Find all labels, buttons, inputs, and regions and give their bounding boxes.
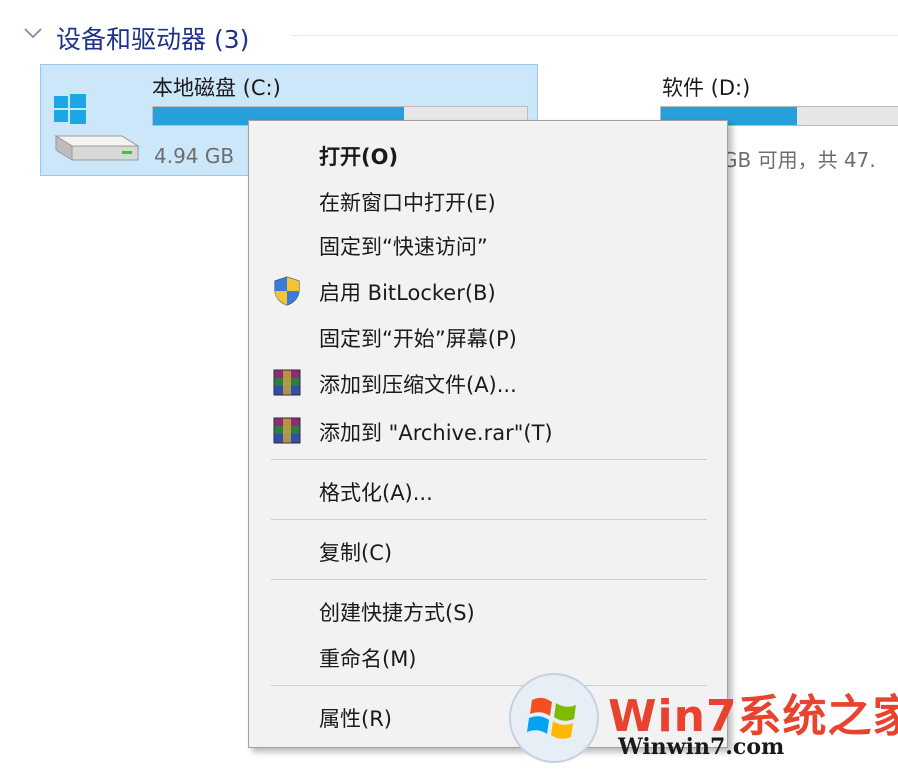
menu-item-open[interactable]: 打开(O) [249,133,727,177]
menu-item-copy[interactable]: 复制(C) [249,529,727,573]
menu-item-label: 格式化(A)... [319,481,433,505]
menu-item-label: 属性(R) [319,707,392,731]
menu-separator [271,519,707,520]
menu-item-label: 创建快捷方式(S) [319,601,475,625]
devices-section-header[interactable]: 设备和驱动器 (3) [22,14,898,54]
menu-item-label: 打开(O) [319,145,399,169]
menu-item-label: 复制(C) [319,541,393,565]
menu-item-pin-quick-access[interactable]: 固定到“快速访问” [249,223,727,267]
windows7-logo-icon [509,673,599,763]
menu-item-label: 添加到压缩文件(A)... [319,373,517,397]
menu-item-label: 固定到“快速访问” [319,235,488,259]
site-watermark: Win7系统之家 Winwin7.com [498,662,898,770]
menu-item-create-shortcut[interactable]: 创建快捷方式(S) [249,589,727,633]
menu-item-label: 在新窗口中打开(E) [319,191,496,215]
menu-item-label: 启用 BitLocker(B) [319,281,496,305]
menu-item-label: 固定到“开始”屏幕(P) [319,327,517,351]
drive-d-name: 软件 (D:) [662,76,751,100]
menu-item-open-new-window[interactable]: 在新窗口中打开(E) [249,179,727,223]
menu-separator [271,459,707,460]
menu-item-format[interactable]: 格式化(A)... [249,469,727,513]
chevron-down-icon[interactable] [22,22,44,44]
explorer-window: 设备和驱动器 (3) 本地磁盘 (C:) 4.94 GB 软件 (D:) GB … [0,0,898,774]
menu-item-label: 重命名(M) [319,647,417,671]
shield-icon [274,276,300,306]
section-title: 设备和驱动器 (3) [56,25,250,54]
drive-c-free-space: 4.94 GB [154,144,235,168]
windows-drive-icon [54,94,140,161]
drive-c-name: 本地磁盘 (C:) [152,76,281,100]
menu-separator [271,579,707,580]
drive-d-free-space: GB 可用，共 47. [722,148,876,172]
section-divider [292,35,898,36]
menu-item-bitlocker[interactable]: 启用 BitLocker(B) [249,269,727,313]
menu-item-add-archive[interactable]: 添加到压缩文件(A)... [249,361,727,405]
menu-item-label: 添加到 "Archive.rar"(T) [319,421,553,445]
menu-item-add-archive-rar[interactable]: 添加到 "Archive.rar"(T) [249,409,727,453]
watermark-url: Winwin7.com [618,734,785,760]
menu-item-pin-start[interactable]: 固定到“开始”屏幕(P) [249,315,727,359]
winrar-icon [273,369,301,396]
context-menu: 打开(O) 在新窗口中打开(E) 固定到“快速访问” 启用 BitLocker(… [248,120,728,748]
winrar-icon [273,417,301,444]
